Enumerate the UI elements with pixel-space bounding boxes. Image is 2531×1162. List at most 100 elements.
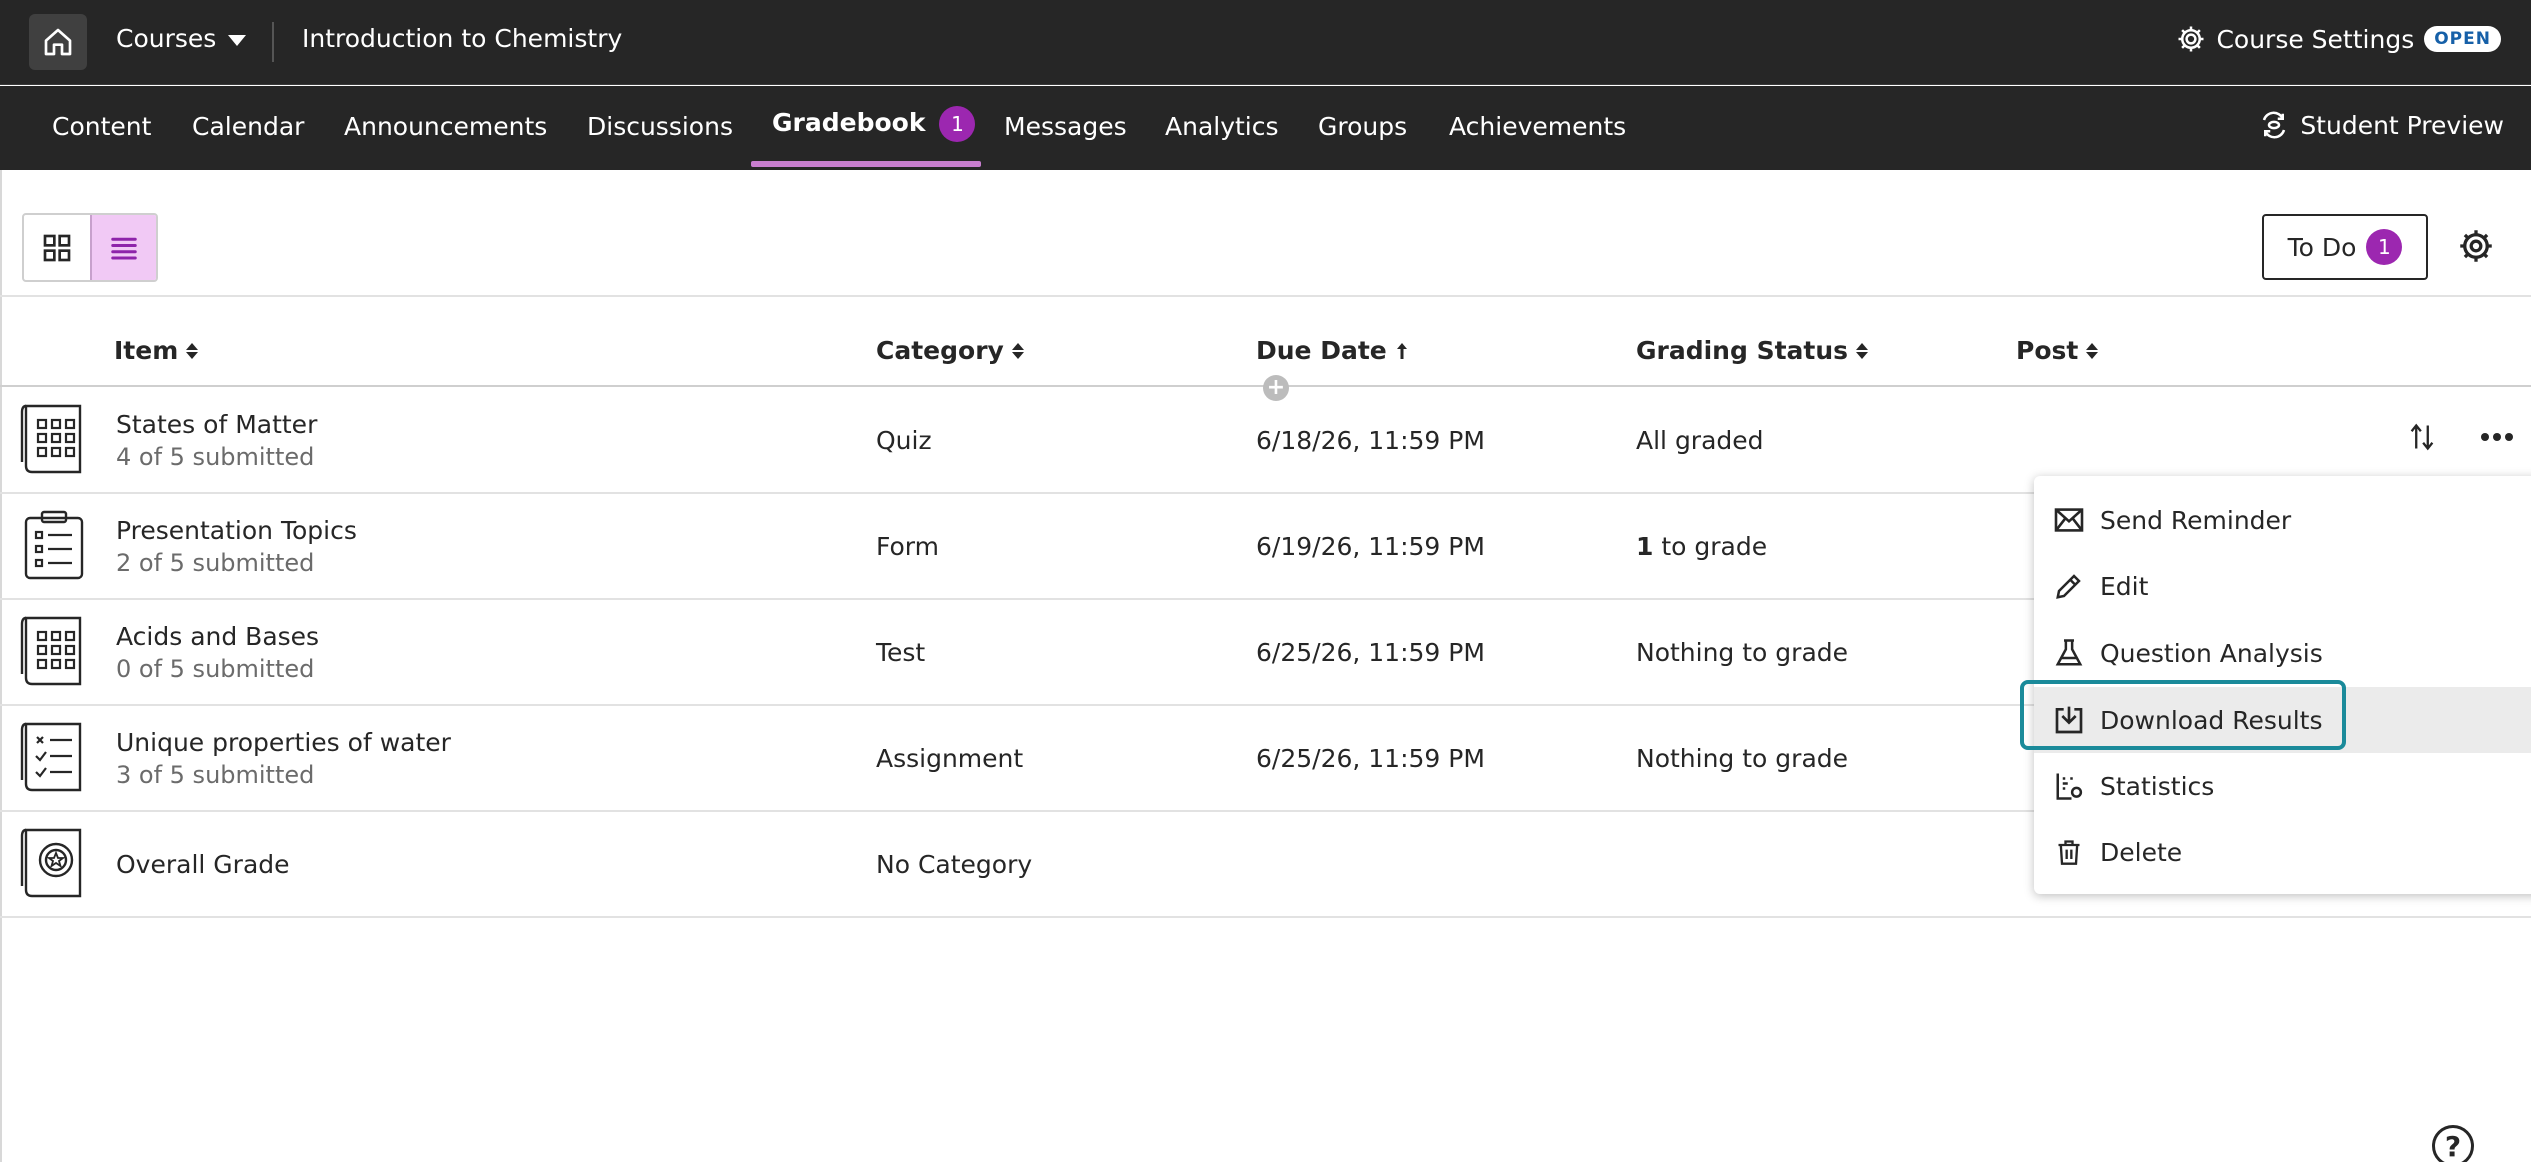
column-header-grading-status[interactable]: Grading Status	[1636, 336, 1869, 365]
item-title[interactable]: States of Matter	[116, 410, 317, 439]
menu-item-delete[interactable]: Delete	[2034, 822, 2531, 882]
item-submissions: 0 of 5 submitted	[116, 655, 315, 683]
more-options-icon[interactable]	[2480, 432, 2514, 442]
caret-down-icon	[228, 34, 247, 46]
reorder-icon[interactable]	[2408, 422, 2436, 452]
list-view-button[interactable]	[90, 215, 156, 280]
list-icon	[111, 237, 137, 259]
grid-icon	[43, 234, 71, 261]
home-icon	[44, 28, 72, 56]
statistics-icon	[2052, 769, 2086, 803]
row-actions	[2408, 422, 2514, 452]
gradebook-settings-button[interactable]	[2458, 228, 2498, 268]
item-submissions: 2 of 5 submitted	[116, 549, 315, 577]
refresh-eye-icon	[2263, 111, 2286, 139]
tab-gradebook-label: Gradebook	[772, 108, 926, 137]
top-bar: Courses Introduction to Chemistry Course…	[0, 0, 2531, 85]
item-title[interactable]: Presentation Topics	[116, 516, 357, 545]
course-settings-button[interactable]: Course Settings OPEN	[2176, 24, 2501, 54]
assignment-icon	[20, 720, 88, 794]
form-icon	[20, 508, 88, 582]
gear-icon	[2460, 230, 2492, 262]
item-due-date: 6/25/26, 11:59 PM	[1256, 744, 1485, 773]
column-header-due-date[interactable]: Due Date	[1256, 336, 1409, 365]
item-submissions: 3 of 5 submitted	[116, 761, 315, 789]
column-header-item[interactable]: Item	[114, 336, 199, 365]
gear-icon	[2178, 26, 2204, 52]
item-grading-status: All graded	[1636, 426, 1764, 455]
menu-item-send-reminder[interactable]: Send Reminder	[2034, 490, 2531, 550]
item-grading-status: Nothing to grade	[1636, 744, 1849, 773]
item-category: Test	[876, 638, 926, 667]
item-category: Form	[876, 532, 939, 561]
test-icon	[20, 614, 88, 688]
column-header-category-label: Category	[876, 336, 1004, 365]
sort-icon	[1011, 342, 1024, 359]
tab-announcements[interactable]: Announcements	[344, 112, 547, 141]
menu-item-question-analysis[interactable]: Question Analysis	[2034, 623, 2531, 683]
tab-gradebook[interactable]: Gradebook 1	[772, 106, 976, 142]
envelope-icon	[2052, 503, 2086, 537]
todo-button[interactable]: To Do 1	[2262, 214, 2428, 280]
divider	[272, 22, 274, 62]
help-button[interactable]: ?	[2432, 1125, 2474, 1162]
tab-discussions[interactable]: Discussions	[587, 112, 733, 141]
item-submissions: 4 of 5 submitted	[116, 443, 315, 471]
active-tab-indicator	[751, 161, 981, 167]
menu-item-edit[interactable]: Edit	[2034, 556, 2531, 616]
sort-icon	[1856, 342, 1869, 359]
tab-calendar[interactable]: Calendar	[192, 112, 304, 141]
column-header-grading-status-label: Grading Status	[1636, 336, 1849, 365]
course-settings-label: Course Settings	[2216, 24, 2415, 54]
toolbar-divider	[0, 295, 2531, 297]
column-header-item-label: Item	[114, 336, 179, 365]
tab-groups[interactable]: Groups	[1318, 112, 1407, 141]
course-title: Introduction to Chemistry	[302, 24, 623, 53]
gradebook-count-badge: 1	[939, 106, 976, 142]
column-header-category[interactable]: Category	[876, 336, 1024, 365]
student-preview-button[interactable]: Student Preview	[2258, 110, 2504, 140]
pencil-icon	[2052, 569, 2086, 603]
column-header-post[interactable]: Post	[2016, 336, 2099, 365]
courses-label: Courses	[116, 24, 217, 53]
to-grade-count: 1	[1636, 532, 1654, 561]
to-grade-label: to grade	[1661, 532, 1768, 561]
menu-item-label: Question Analysis	[2100, 638, 2323, 668]
item-category: Quiz	[876, 426, 932, 455]
menu-item-statistics[interactable]: Statistics	[2034, 756, 2531, 816]
item-due-date: 6/25/26, 11:59 PM	[1256, 638, 1485, 667]
tab-analytics[interactable]: Analytics	[1165, 112, 1279, 141]
home-button[interactable]	[29, 14, 87, 70]
item-title[interactable]: Unique properties of water	[116, 728, 451, 757]
menu-item-label: Send Reminder	[2100, 505, 2292, 535]
menu-item-label: Delete	[2100, 837, 2183, 867]
todo-label: To Do	[2287, 232, 2357, 262]
flask-icon	[2052, 636, 2086, 670]
courses-dropdown[interactable]: Courses	[116, 24, 247, 53]
item-due-date: 6/18/26, 11:59 PM	[1256, 426, 1485, 455]
item-title[interactable]: Acids and Bases	[116, 622, 319, 651]
column-header-due-date-label: Due Date	[1256, 336, 1387, 365]
item-grading-status: Nothing to grade	[1636, 638, 1849, 667]
tab-achievements[interactable]: Achievements	[1449, 112, 1626, 141]
tab-messages[interactable]: Messages	[1004, 112, 1127, 141]
focus-ring	[2020, 680, 2346, 750]
item-grading-status[interactable]: 1 to grade	[1636, 532, 1767, 561]
menu-item-label: Statistics	[2100, 771, 2215, 801]
tab-content[interactable]: Content	[52, 112, 151, 141]
todo-count-badge: 1	[2366, 229, 2403, 265]
column-header-post-label: Post	[2016, 336, 2079, 365]
view-toggle	[22, 213, 158, 282]
course-nav: Content Calendar Announcements Discussio…	[0, 86, 2531, 170]
student-preview-label: Student Preview	[2300, 110, 2504, 140]
item-title[interactable]: Overall Grade	[116, 850, 290, 879]
sort-icon	[2086, 342, 2099, 359]
grid-view-button[interactable]	[24, 215, 90, 280]
status-badge: OPEN	[2424, 26, 2501, 52]
menu-item-label: Edit	[2100, 571, 2149, 601]
item-category: No Category	[876, 850, 1033, 879]
sort-ascending-icon	[1396, 342, 1407, 359]
overall-grade-icon	[20, 826, 88, 900]
trash-icon	[2052, 835, 2086, 869]
quiz-icon	[20, 402, 88, 476]
